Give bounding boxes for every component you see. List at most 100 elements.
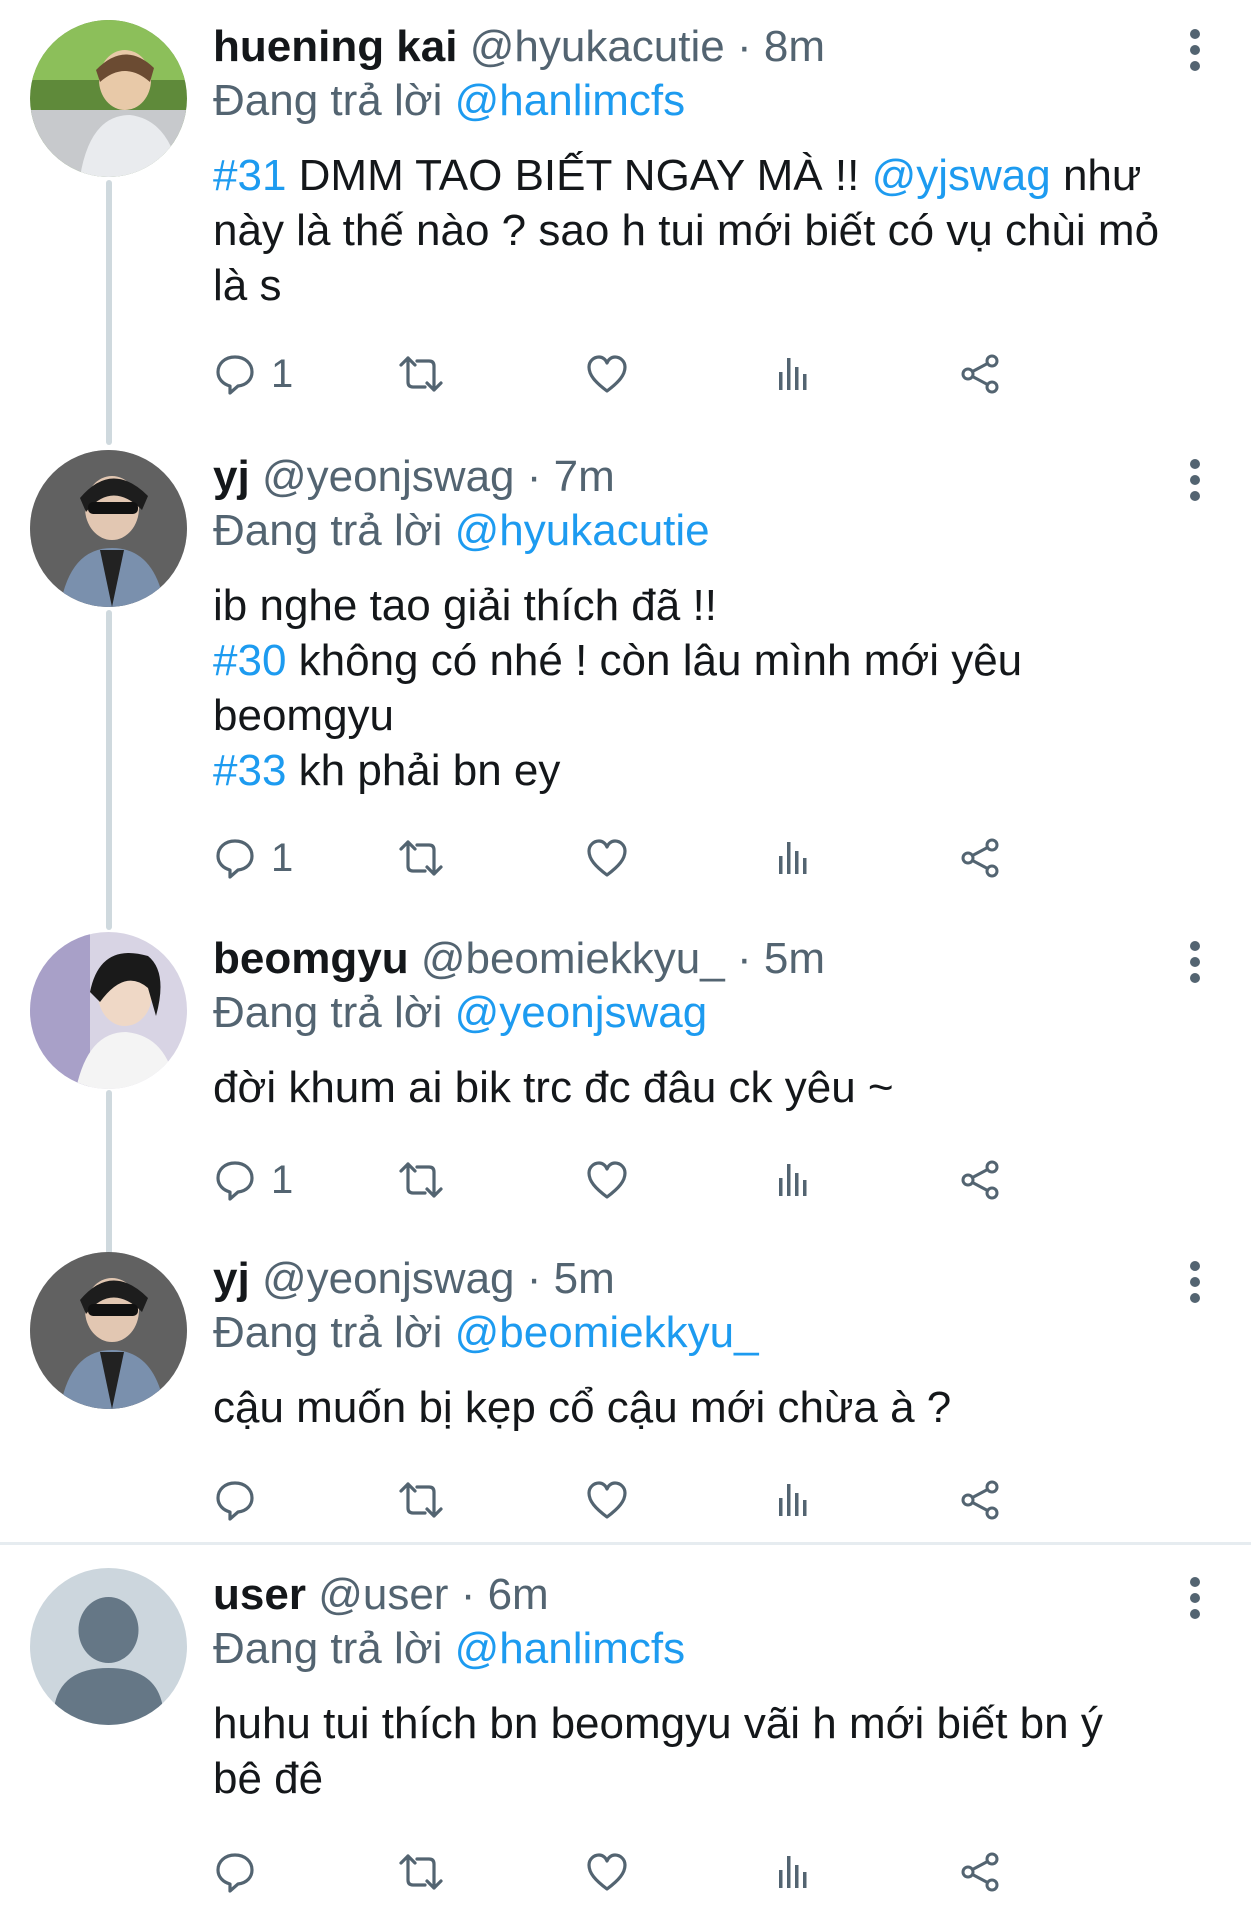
reply-button[interactable] <box>213 1842 257 1902</box>
tweet[interactable]: huening kai @hyukacutie · 8m Đang trả lờ… <box>0 0 1251 430</box>
like-button[interactable] <box>585 1470 629 1530</box>
tweet-text: #31 DMM TAO BIẾT NGAY MÀ !! @yjswag như n… <box>213 148 1159 313</box>
reply-mention[interactable]: @hanlimcfs <box>455 76 686 125</box>
handle[interactable]: @yeonjswag <box>262 1254 515 1303</box>
tweet-text-line: đời khum ai bik trc đc đâu ck yêu ~ <box>213 1060 894 1115</box>
reply-icon <box>213 1158 257 1202</box>
handle[interactable]: @yeonjswag <box>262 452 515 501</box>
separator: · <box>736 22 752 71</box>
views-button[interactable] <box>773 1842 813 1902</box>
text-segment: đời khum ai bik trc đc đâu ck yêu ~ <box>213 1063 894 1112</box>
more-button[interactable] <box>1185 1252 1205 1312</box>
views-icon <box>773 1478 813 1522</box>
display-name[interactable]: user <box>213 1570 306 1619</box>
share-icon <box>958 1850 1002 1894</box>
share-button[interactable] <box>958 1470 1002 1530</box>
like-icon <box>585 1478 629 1522</box>
tweet-text-line: cậu muốn bị kẹp cổ cậu mới chừa à ? <box>213 1380 951 1435</box>
tweet-text-line: beomgyu <box>213 688 1022 743</box>
text-segment: beomgyu <box>213 691 395 740</box>
tweet-header: yj @yeonjswag · 5m <box>213 1252 615 1306</box>
separator: · <box>526 452 542 501</box>
timestamp[interactable]: 5m <box>764 934 825 983</box>
views-button[interactable] <box>773 1470 813 1530</box>
like-button[interactable] <box>585 828 629 888</box>
reply-mention[interactable]: @beomiekkyu_ <box>455 1308 759 1357</box>
share-button[interactable] <box>958 828 1002 888</box>
mention-link[interactable]: @yjswag <box>872 151 1051 200</box>
retweet-icon <box>397 836 445 880</box>
share-icon <box>958 836 1002 880</box>
reply-count: 1 <box>271 1157 294 1202</box>
hashtag-link[interactable]: #31 <box>213 151 286 200</box>
avatar[interactable] <box>30 450 187 607</box>
reply-prefix: Đang trả lời <box>213 506 443 555</box>
avatar[interactable] <box>30 932 187 1089</box>
reply-button[interactable]: 1 <box>213 344 293 404</box>
more-button[interactable] <box>1185 20 1205 80</box>
retweet-button[interactable] <box>397 828 445 888</box>
reply-button[interactable] <box>213 1470 257 1530</box>
action-bar: 1 <box>213 344 1193 404</box>
display-name[interactable]: huening kai <box>213 22 457 71</box>
more-button[interactable] <box>1185 1568 1205 1628</box>
reply-mention[interactable]: @yeonjswag <box>455 988 708 1037</box>
like-button[interactable] <box>585 1150 629 1210</box>
views-button[interactable] <box>773 828 813 888</box>
reply-button[interactable]: 1 <box>213 828 293 888</box>
text-segment: bê đê <box>213 1754 324 1803</box>
text-segment: ib nghe tao giải thích đã !! <box>213 581 717 630</box>
like-icon <box>585 836 629 880</box>
retweet-button[interactable] <box>397 1470 445 1530</box>
tweet[interactable]: beomgyu @beomiekkyu_ · 5m Đang trả lời @… <box>0 910 1251 1230</box>
reply-context: Đang trả lời @beomiekkyu_ <box>213 1306 759 1360</box>
avatar[interactable] <box>30 1568 187 1725</box>
share-button[interactable] <box>958 344 1002 404</box>
timestamp[interactable]: 6m <box>488 1570 549 1619</box>
tweet-header: user @user · 6m <box>213 1568 549 1622</box>
tweet[interactable]: user @user · 6m Đang trả lời @hanlimcfs … <box>0 1546 1251 1920</box>
handle[interactable]: @user <box>318 1570 448 1619</box>
text-segment: huhu tui thích bn beomgyu vãi h mới biết… <box>213 1699 1103 1748</box>
reply-button[interactable]: 1 <box>213 1150 293 1210</box>
avatar[interactable] <box>30 1252 187 1409</box>
display-name[interactable]: yj <box>213 1254 250 1303</box>
share-button[interactable] <box>958 1842 1002 1902</box>
like-button[interactable] <box>585 1842 629 1902</box>
display-name[interactable]: beomgyu <box>213 934 409 983</box>
hashtag-link[interactable]: #30 <box>213 636 286 685</box>
retweet-button[interactable] <box>397 1150 445 1210</box>
more-button[interactable] <box>1185 932 1205 992</box>
reply-mention[interactable]: @hanlimcfs <box>455 1624 686 1673</box>
share-icon <box>958 1478 1002 1522</box>
hashtag-link[interactable]: #33 <box>213 746 286 795</box>
views-button[interactable] <box>773 344 813 404</box>
display-name[interactable]: yj <box>213 452 250 501</box>
timestamp[interactable]: 8m <box>764 22 825 71</box>
timestamp[interactable]: 5m <box>554 1254 615 1303</box>
handle[interactable]: @hyukacutie <box>470 22 725 71</box>
more-vertical-icon <box>1190 29 1200 71</box>
retweet-button[interactable] <box>397 344 445 404</box>
tweet-text: cậu muốn bị kẹp cổ cậu mới chừa à ? <box>213 1380 951 1435</box>
avatar-photo <box>30 932 187 1089</box>
avatar-photo <box>30 1252 187 1409</box>
more-vertical-icon <box>1190 459 1200 501</box>
handle[interactable]: @beomiekkyu_ <box>421 934 725 983</box>
action-bar <box>213 1842 1193 1902</box>
tweet[interactable]: yj @yeonjswag · 5m Đang trả lời @beomiek… <box>0 1230 1251 1542</box>
action-bar: 1 <box>213 828 1193 888</box>
like-button[interactable] <box>585 344 629 404</box>
share-icon <box>958 1158 1002 1202</box>
reply-mention[interactable]: @hyukacutie <box>455 506 710 555</box>
tweet-text: huhu tui thích bn beomgyu vãi h mới biết… <box>213 1696 1103 1806</box>
timestamp[interactable]: 7m <box>554 452 615 501</box>
avatar[interactable] <box>30 20 187 177</box>
retweet-button[interactable] <box>397 1842 445 1902</box>
more-button[interactable] <box>1185 450 1205 510</box>
share-button[interactable] <box>958 1150 1002 1210</box>
views-button[interactable] <box>773 1150 813 1210</box>
text-segment: này là thế nào ? sao h tui mới biết có v… <box>213 206 1160 255</box>
tweet-text-line: #30 không có nhé ! còn lâu mình mới yêu <box>213 633 1022 688</box>
tweet[interactable]: yj @yeonjswag · 7m Đang trả lời @hyukacu… <box>0 430 1251 910</box>
